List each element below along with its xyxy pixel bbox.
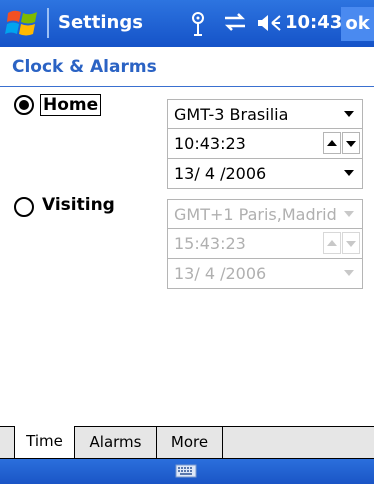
title-bar: Settings 10:43 ok	[0, 0, 374, 47]
visiting-radio[interactable]	[14, 197, 34, 217]
arrow-down-icon	[346, 141, 356, 147]
visiting-radio-label[interactable]: Visiting	[42, 195, 115, 215]
sync-icon[interactable]	[222, 11, 248, 33]
visiting-date-dropdown: 13/ 4 /2006	[167, 259, 363, 289]
arrow-up-icon	[327, 140, 337, 146]
header-divider	[0, 86, 374, 87]
time-increment-button	[323, 232, 341, 254]
windows-start-flag-icon[interactable]	[4, 7, 44, 41]
visiting-date-value: 13/ 4 /2006	[174, 264, 267, 283]
app-title: Settings	[58, 12, 143, 33]
chevron-down-icon[interactable]	[344, 170, 354, 176]
visiting-timezone-dropdown: GMT+1 Paris,Madrid	[167, 199, 363, 229]
title-separator	[47, 8, 49, 38]
home-radio[interactable]	[14, 95, 34, 115]
home-date-value: 13/ 4 /2006	[174, 164, 267, 183]
radio-selected-dot	[19, 100, 29, 110]
keyboard-icon[interactable]	[175, 463, 197, 479]
tab-more[interactable]: More	[157, 427, 223, 459]
tab-strip-background	[223, 427, 374, 459]
home-time-value: 10:43:23	[174, 134, 246, 153]
arrow-up-icon	[327, 240, 337, 246]
time-increment-button[interactable]	[323, 132, 341, 154]
antenna-icon[interactable]	[188, 11, 208, 37]
home-radio-label[interactable]: Home	[40, 94, 102, 116]
home-timezone-value: GMT-3 Brasilia	[174, 105, 289, 124]
chevron-down-icon[interactable]	[344, 111, 354, 117]
home-timezone-dropdown[interactable]: GMT-3 Brasilia	[167, 99, 363, 129]
tab-strip-background	[0, 427, 14, 459]
home-date-dropdown[interactable]: 13/ 4 /2006	[167, 159, 363, 189]
arrow-down-icon	[346, 241, 356, 247]
ok-button[interactable]: ok	[341, 7, 374, 41]
tab-alarms[interactable]: Alarms	[75, 427, 157, 459]
visiting-time-value: 15:43:23	[174, 234, 246, 253]
time-decrement-button[interactable]	[342, 132, 360, 154]
speaker-icon[interactable]	[256, 13, 282, 33]
chevron-down-icon	[344, 211, 354, 217]
visiting-time-field: 15:43:23	[167, 229, 363, 259]
clock[interactable]: 10:43	[285, 12, 342, 33]
tab-time[interactable]: Time	[14, 426, 75, 459]
page-title: Clock & Alarms	[12, 57, 157, 77]
home-time-field[interactable]: 10:43:23	[167, 129, 363, 159]
visiting-timezone-value: GMT+1 Paris,Madrid	[174, 205, 337, 224]
chevron-down-icon	[344, 270, 354, 276]
time-decrement-button	[342, 232, 360, 254]
